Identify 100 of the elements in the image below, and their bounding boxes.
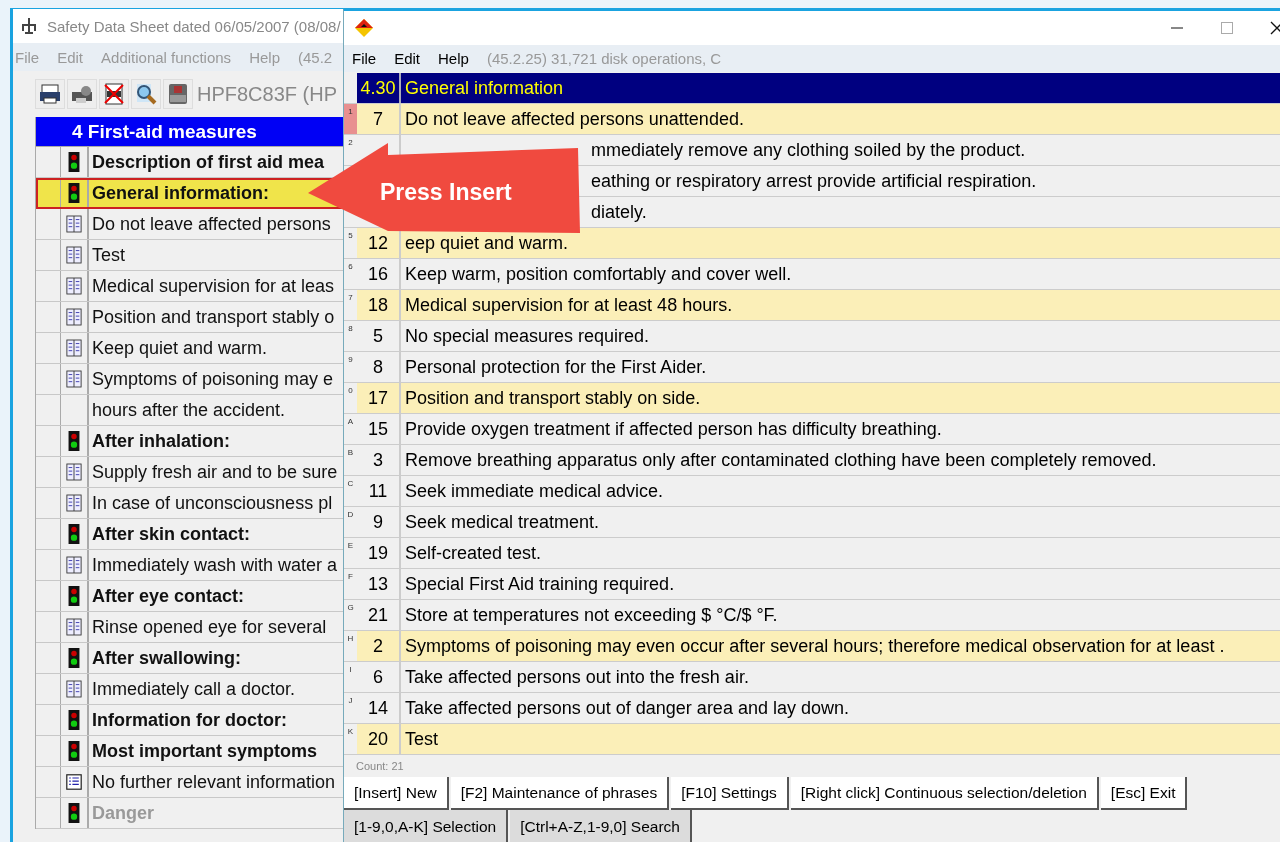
traffic-light-icon (66, 741, 82, 761)
callout-text: Press Insert (380, 179, 512, 206)
table-row[interactable]: Most important symptoms (36, 736, 343, 767)
phrase-text: Test (92, 244, 125, 266)
phrase-text: Remove breathing apparatus only after contaminated clothing have been completely removed. (405, 449, 1157, 471)
phrase-number: 13 (368, 573, 388, 595)
phrase-row[interactable]: I 6 Take affected persons out into the fresh air. (344, 662, 1280, 693)
action-button[interactable]: [Esc] Exit (1100, 777, 1188, 810)
table-row[interactable]: Medical supervision for at leas (36, 271, 343, 302)
book-icon (66, 307, 82, 327)
phrase-text: Keep warm, position comfortably and cover well. (405, 263, 792, 285)
phrase-row[interactable]: C 11 Seek immediate medical advice. (344, 476, 1280, 507)
printer-settings-icon[interactable] (67, 79, 97, 109)
phrase-text: Do not leave affected persons (92, 213, 331, 235)
row-key: 1 (344, 104, 357, 134)
phrase-row[interactable]: E 19 Self-created test. (344, 538, 1280, 569)
book-icon (66, 245, 82, 265)
phrase-row[interactable]: 8 5 No special measures required. (344, 321, 1280, 352)
table-row[interactable]: Information for doctor: (36, 705, 343, 736)
phrase-text: Personal protection for the First Aider. (405, 356, 707, 378)
phrase-text: Special First Aid training required. (405, 573, 675, 595)
traffic-light-icon (66, 586, 82, 606)
table-row[interactable]: Rinse opened eye for several (36, 612, 343, 643)
table-row[interactable]: After skin contact: (36, 519, 343, 550)
phrase-row[interactable]: G 21 Store at temperatures not exceeding $ °C/$ °F. (344, 600, 1280, 631)
phrase-number: 2 (373, 635, 383, 657)
book-icon (66, 679, 82, 699)
subheading: Most important symptoms (92, 740, 318, 762)
action-button[interactable]: [F10] Settings (671, 777, 789, 810)
status-text: (45.2.25) 31,721 disk operations, C (486, 50, 722, 67)
menu-item[interactable]: Edit (394, 50, 421, 67)
phrase-row[interactable]: J 14 Take affected persons out of danger area and lay down. (344, 693, 1280, 724)
book-icon (66, 338, 82, 358)
action-button[interactable]: [Insert] New (344, 777, 449, 810)
phrase-row[interactable]: 1 7 Do not leave affected persons unattended. (344, 104, 1280, 135)
phrase-number: 8 (373, 356, 383, 378)
pdf-crossed-icon[interactable] (99, 79, 129, 109)
subheading: After eye contact: (92, 585, 245, 607)
phrase-text: Position and transport stably on side. (405, 387, 701, 409)
action-button[interactable]: [1-9,0,A-K] Selection (344, 810, 509, 842)
list-icon (66, 772, 82, 792)
table-row[interactable]: Keep quiet and warm. (36, 333, 343, 364)
table-row[interactable]: hours after the accident. (36, 395, 343, 426)
phrase-row[interactable]: 5 12 eep quiet and warm. (344, 228, 1280, 259)
table-row[interactable]: Immediately wash with water a (36, 550, 343, 581)
phrase-text: Medical supervision for at least 48 hours. (405, 294, 733, 316)
table-row[interactable]: Position and transport stably o (36, 302, 343, 333)
table-row[interactable]: Immediately call a doctor. (36, 674, 343, 705)
traffic-light-icon (66, 803, 82, 823)
row-key: 5 (344, 228, 357, 258)
phrase-row[interactable]: 7 18 Medical supervision for at least 48 hours. (344, 290, 1280, 321)
book-icon (66, 276, 82, 296)
phrase-text: Keep quiet and warm. (92, 337, 268, 359)
phrase-number: 3 (373, 449, 383, 471)
window-title: Safety Data Sheet dated 06/05/2007 (08/08/ (47, 17, 341, 35)
diamond-icon (354, 18, 374, 38)
phrase-row[interactable]: K 20 Test (344, 724, 1280, 755)
phrase-text: Take affected persons out into the fresh air. (405, 666, 749, 688)
row-key: 7 (344, 290, 357, 320)
phrase-row[interactable]: F 13 Special First Aid training required. (344, 569, 1280, 600)
book-icon (66, 617, 82, 637)
phrase-text: Immediately call a doctor. (92, 678, 296, 700)
phrase-row[interactable]: B 3 Remove breathing apparatus only after contaminated clothing have been completely removed. (344, 445, 1280, 476)
section-title: General information (405, 77, 564, 99)
phrase-text: hours after the accident. (92, 399, 286, 421)
action-button[interactable]: [Ctrl+A-Z,1-9,0] Search (510, 810, 692, 842)
table-row[interactable]: After eye contact: (36, 581, 343, 612)
menu-item[interactable]: Help (438, 50, 469, 67)
table-row[interactable]: After inhalation: (36, 426, 343, 457)
menu-item[interactable]: File (352, 50, 377, 67)
action-button[interactable]: [Right click] Continuous selection/deletion (790, 777, 1099, 810)
phrase-row[interactable]: 9 8 Personal protection for the First Aider. (344, 352, 1280, 383)
action-button[interactable]: [F2] Maintenance of phrases (450, 777, 670, 810)
phrase-text: Do not leave affected persons unattended. (405, 108, 744, 130)
subheading: After swallowing: (92, 647, 241, 669)
phrase-text: Medical supervision for at leas (92, 275, 335, 297)
table-row[interactable]: In case of unconsciousness pl (36, 488, 343, 519)
phrase-row[interactable]: A 15 Provide oxygen treatment if affected person has difficulty breathing. (344, 414, 1280, 445)
pdf-icon[interactable] (163, 79, 193, 109)
row-key: 0 (344, 383, 357, 413)
table-row[interactable]: General information: (36, 178, 343, 209)
phrase-row[interactable]: 6 16 Keep warm, position comfortably and cover well. (344, 259, 1280, 290)
traffic-light-icon (66, 431, 82, 451)
phrase-text: eep quiet and warm. (405, 232, 569, 254)
subheading: Information for doctor: (92, 709, 287, 731)
table-row[interactable]: After swallowing: (36, 643, 343, 674)
phrase-row[interactable]: 0 17 Position and transport stably on side. (344, 383, 1280, 414)
table-row[interactable]: Supply fresh air and to be sure (36, 457, 343, 488)
phrase-row[interactable]: D 9 Seek medical treatment. (344, 507, 1280, 538)
table-row[interactable]: Do not leave affected persons (36, 209, 343, 240)
subheading: Description of first aid mea (92, 151, 325, 173)
table-row[interactable]: Symptoms of poisoning may e (36, 364, 343, 395)
traffic-light-icon (66, 710, 82, 730)
table-row[interactable]: No further relevant information (36, 767, 343, 798)
magnifier-icon[interactable] (131, 79, 161, 109)
table-row[interactable]: Test (36, 240, 343, 271)
phrase-text: Supply fresh air and to be sure (92, 461, 338, 483)
phrase-number: 5 (373, 325, 383, 347)
phrase-row[interactable]: H 2 Symptoms of poisoning may even occur after several hours; therefore medical observation for at least . (344, 631, 1280, 662)
printer-icon[interactable] (35, 79, 65, 109)
